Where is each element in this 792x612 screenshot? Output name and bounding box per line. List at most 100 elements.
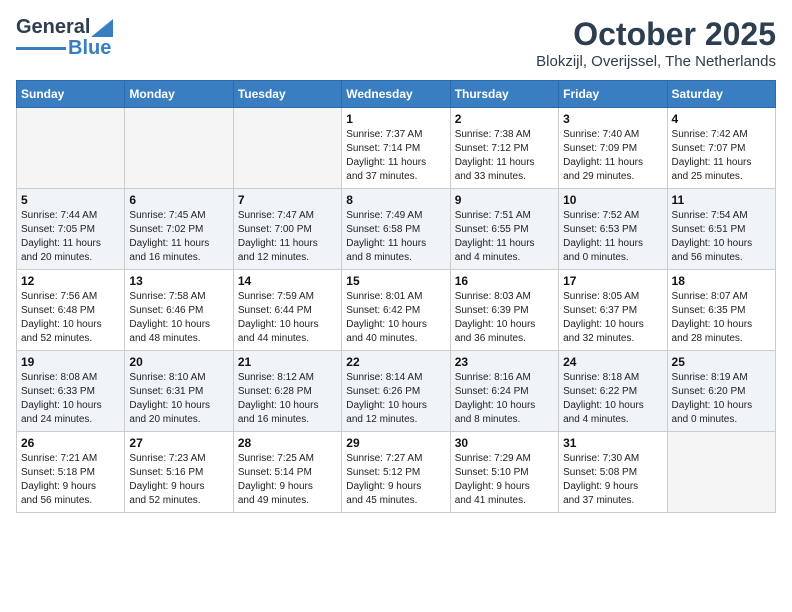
day-info: Sunrise: 8:16 AM Sunset: 6:24 PM Dayligh… [455, 371, 554, 427]
table-row: 12Sunrise: 7:56 AM Sunset: 6:48 PM Dayli… [17, 270, 125, 351]
table-row: 8 Sunrise: 7:49 AM Sunset: 6:58 PM Daylig… [342, 189, 450, 270]
day-number: 25 [672, 355, 771, 369]
table-row: 24 Sunrise: 8:18 AM Sunset: 6:22 PM Dayli… [559, 351, 667, 432]
calendar-title: October 2025 [536, 16, 776, 53]
day-number: 16 [455, 274, 554, 288]
day-info: Sunrise: 7:54 AM Sunset: 6:51 PM Dayligh… [672, 209, 771, 265]
table-row: 13Sunrise: 7:58 AM Sunset: 6:46 PM Dayli… [125, 270, 233, 351]
day-info: Sunrise: 7:49 AM Sunset: 6:58 PM Dayligh… [346, 209, 445, 265]
table-row: 2 Sunrise: 7:38 AM Sunset: 7:12 PM Daylig… [450, 108, 558, 189]
day-number: 12 [21, 274, 120, 288]
day-number: 22 [346, 355, 445, 369]
day-number: 8 [346, 193, 445, 207]
day-number: 17 [563, 274, 662, 288]
day-info: Sunrise: 8:14 AM Sunset: 6:26 PM Dayligh… [346, 371, 445, 427]
day-info: Sunrise: 8:05 AM Sunset: 6:37 PM Dayligh… [563, 290, 662, 346]
day-info: Sunrise: 7:51 AM Sunset: 6:55 PM Dayligh… [455, 209, 554, 265]
day-number: 20 [129, 355, 228, 369]
day-number: 4 [672, 112, 771, 126]
calendar-week-row: 12Sunrise: 7:56 AM Sunset: 6:48 PM Dayli… [17, 270, 776, 351]
logo-arrow-icon [91, 19, 113, 37]
table-row: 23Sunrise: 8:16 AM Sunset: 6:24 PM Dayli… [450, 351, 558, 432]
table-row: 6 Sunrise: 7:45 AM Sunset: 7:02 PM Daylig… [125, 189, 233, 270]
logo-blue: Blue [68, 37, 111, 60]
calendar-week-row: 1 Sunrise: 7:37 AM Sunset: 7:14 PM Daylig… [17, 108, 776, 189]
day-info: Sunrise: 7:59 AM Sunset: 6:44 PM Dayligh… [238, 290, 337, 346]
col-thursday: Thursday [450, 81, 558, 108]
col-tuesday: Tuesday [233, 81, 341, 108]
table-row: 29 Sunrise: 7:27 AM Sunset: 5:12 PM Dayli… [342, 432, 450, 513]
day-number: 3 [563, 112, 662, 126]
day-number: 15 [346, 274, 445, 288]
day-info: Sunrise: 7:44 AM Sunset: 7:05 PM Dayligh… [21, 209, 120, 265]
day-number: 31 [563, 436, 662, 450]
day-info: Sunrise: 8:07 AM Sunset: 6:35 PM Dayligh… [672, 290, 771, 346]
table-row: 28Sunrise: 7:25 AM Sunset: 5:14 PM Dayli… [233, 432, 341, 513]
col-saturday: Saturday [667, 81, 775, 108]
table-row: 4 Sunrise: 7:42 AM Sunset: 7:07 PM Daylig… [667, 108, 775, 189]
day-number: 18 [672, 274, 771, 288]
day-info: Sunrise: 7:37 AM Sunset: 7:14 PM Dayligh… [346, 128, 445, 184]
table-row: 3 Sunrise: 7:40 AM Sunset: 7:09 PM Daylig… [559, 108, 667, 189]
day-number: 14 [238, 274, 337, 288]
col-sunday: Sunday [17, 81, 125, 108]
day-number: 7 [238, 193, 337, 207]
day-number: 30 [455, 436, 554, 450]
table-row: 31 Sunrise: 7:30 AM Sunset: 5:08 PM Dayli… [559, 432, 667, 513]
day-info: Sunrise: 7:25 AM Sunset: 5:14 PM Dayligh… [238, 452, 337, 508]
table-row: 16 Sunrise: 8:03 AM Sunset: 6:39 PM Dayli… [450, 270, 558, 351]
day-number: 26 [21, 436, 120, 450]
day-info: Sunrise: 7:42 AM Sunset: 7:07 PM Dayligh… [672, 128, 771, 184]
day-info: Sunrise: 8:03 AM Sunset: 6:39 PM Dayligh… [455, 290, 554, 346]
day-number: 1 [346, 112, 445, 126]
table-row [667, 432, 775, 513]
table-row: 14 Sunrise: 7:59 AM Sunset: 6:44 PM Dayli… [233, 270, 341, 351]
table-row: 25Sunrise: 8:19 AM Sunset: 6:20 PM Dayli… [667, 351, 775, 432]
day-info: Sunrise: 7:21 AM Sunset: 5:18 PM Dayligh… [21, 452, 120, 508]
table-row [233, 108, 341, 189]
day-info: Sunrise: 7:47 AM Sunset: 7:00 PM Dayligh… [238, 209, 337, 265]
logo-general: General [16, 16, 90, 39]
day-info: Sunrise: 7:40 AM Sunset: 7:09 PM Dayligh… [563, 128, 662, 184]
title-block: October 2025 Blokzijl, Overijssel, The N… [536, 16, 776, 70]
day-info: Sunrise: 8:01 AM Sunset: 6:42 PM Dayligh… [346, 290, 445, 346]
day-info: Sunrise: 7:38 AM Sunset: 7:12 PM Dayligh… [455, 128, 554, 184]
table-row: 10 Sunrise: 7:52 AM Sunset: 6:53 PM Dayli… [559, 189, 667, 270]
page: General Blue October 2025 Blokzijl, Over… [0, 0, 792, 612]
day-number: 21 [238, 355, 337, 369]
day-info: Sunrise: 7:45 AM Sunset: 7:02 PM Dayligh… [129, 209, 228, 265]
calendar-header-row: Sunday Monday Tuesday Wednesday Thursday… [17, 81, 776, 108]
table-row: 26 Sunrise: 7:21 AM Sunset: 5:18 PM Dayli… [17, 432, 125, 513]
table-row: 21Sunrise: 8:12 AM Sunset: 6:28 PM Dayli… [233, 351, 341, 432]
calendar-week-row: 5 Sunrise: 7:44 AM Sunset: 7:05 PM Daylig… [17, 189, 776, 270]
day-number: 9 [455, 193, 554, 207]
table-row: 9 Sunrise: 7:51 AM Sunset: 6:55 PM Daylig… [450, 189, 558, 270]
day-info: Sunrise: 7:52 AM Sunset: 6:53 PM Dayligh… [563, 209, 662, 265]
day-number: 11 [672, 193, 771, 207]
day-info: Sunrise: 7:30 AM Sunset: 5:08 PM Dayligh… [563, 452, 662, 508]
day-number: 2 [455, 112, 554, 126]
day-info: Sunrise: 8:18 AM Sunset: 6:22 PM Dayligh… [563, 371, 662, 427]
table-row: 30 Sunrise: 7:29 AM Sunset: 5:10 PM Dayli… [450, 432, 558, 513]
day-number: 27 [129, 436, 228, 450]
table-row: 7 Sunrise: 7:47 AM Sunset: 7:00 PM Daylig… [233, 189, 341, 270]
day-info: Sunrise: 7:23 AM Sunset: 5:16 PM Dayligh… [129, 452, 228, 508]
day-number: 29 [346, 436, 445, 450]
logo-line [16, 47, 66, 50]
table-row: 1 Sunrise: 7:37 AM Sunset: 7:14 PM Daylig… [342, 108, 450, 189]
table-row: 5 Sunrise: 7:44 AM Sunset: 7:05 PM Daylig… [17, 189, 125, 270]
day-number: 6 [129, 193, 228, 207]
day-info: Sunrise: 7:27 AM Sunset: 5:12 PM Dayligh… [346, 452, 445, 508]
table-row: 19Sunrise: 8:08 AM Sunset: 6:33 PM Dayli… [17, 351, 125, 432]
day-number: 24 [563, 355, 662, 369]
table-row: 18 Sunrise: 8:07 AM Sunset: 6:35 PM Dayli… [667, 270, 775, 351]
day-number: 10 [563, 193, 662, 207]
day-info: Sunrise: 7:29 AM Sunset: 5:10 PM Dayligh… [455, 452, 554, 508]
day-info: Sunrise: 7:58 AM Sunset: 6:46 PM Dayligh… [129, 290, 228, 346]
calendar-week-row: 26 Sunrise: 7:21 AM Sunset: 5:18 PM Dayli… [17, 432, 776, 513]
day-number: 5 [21, 193, 120, 207]
logo: General Blue [16, 16, 113, 60]
table-row: 20Sunrise: 8:10 AM Sunset: 6:31 PM Dayli… [125, 351, 233, 432]
header: General Blue October 2025 Blokzijl, Over… [16, 16, 776, 70]
day-info: Sunrise: 8:08 AM Sunset: 6:33 PM Dayligh… [21, 371, 120, 427]
